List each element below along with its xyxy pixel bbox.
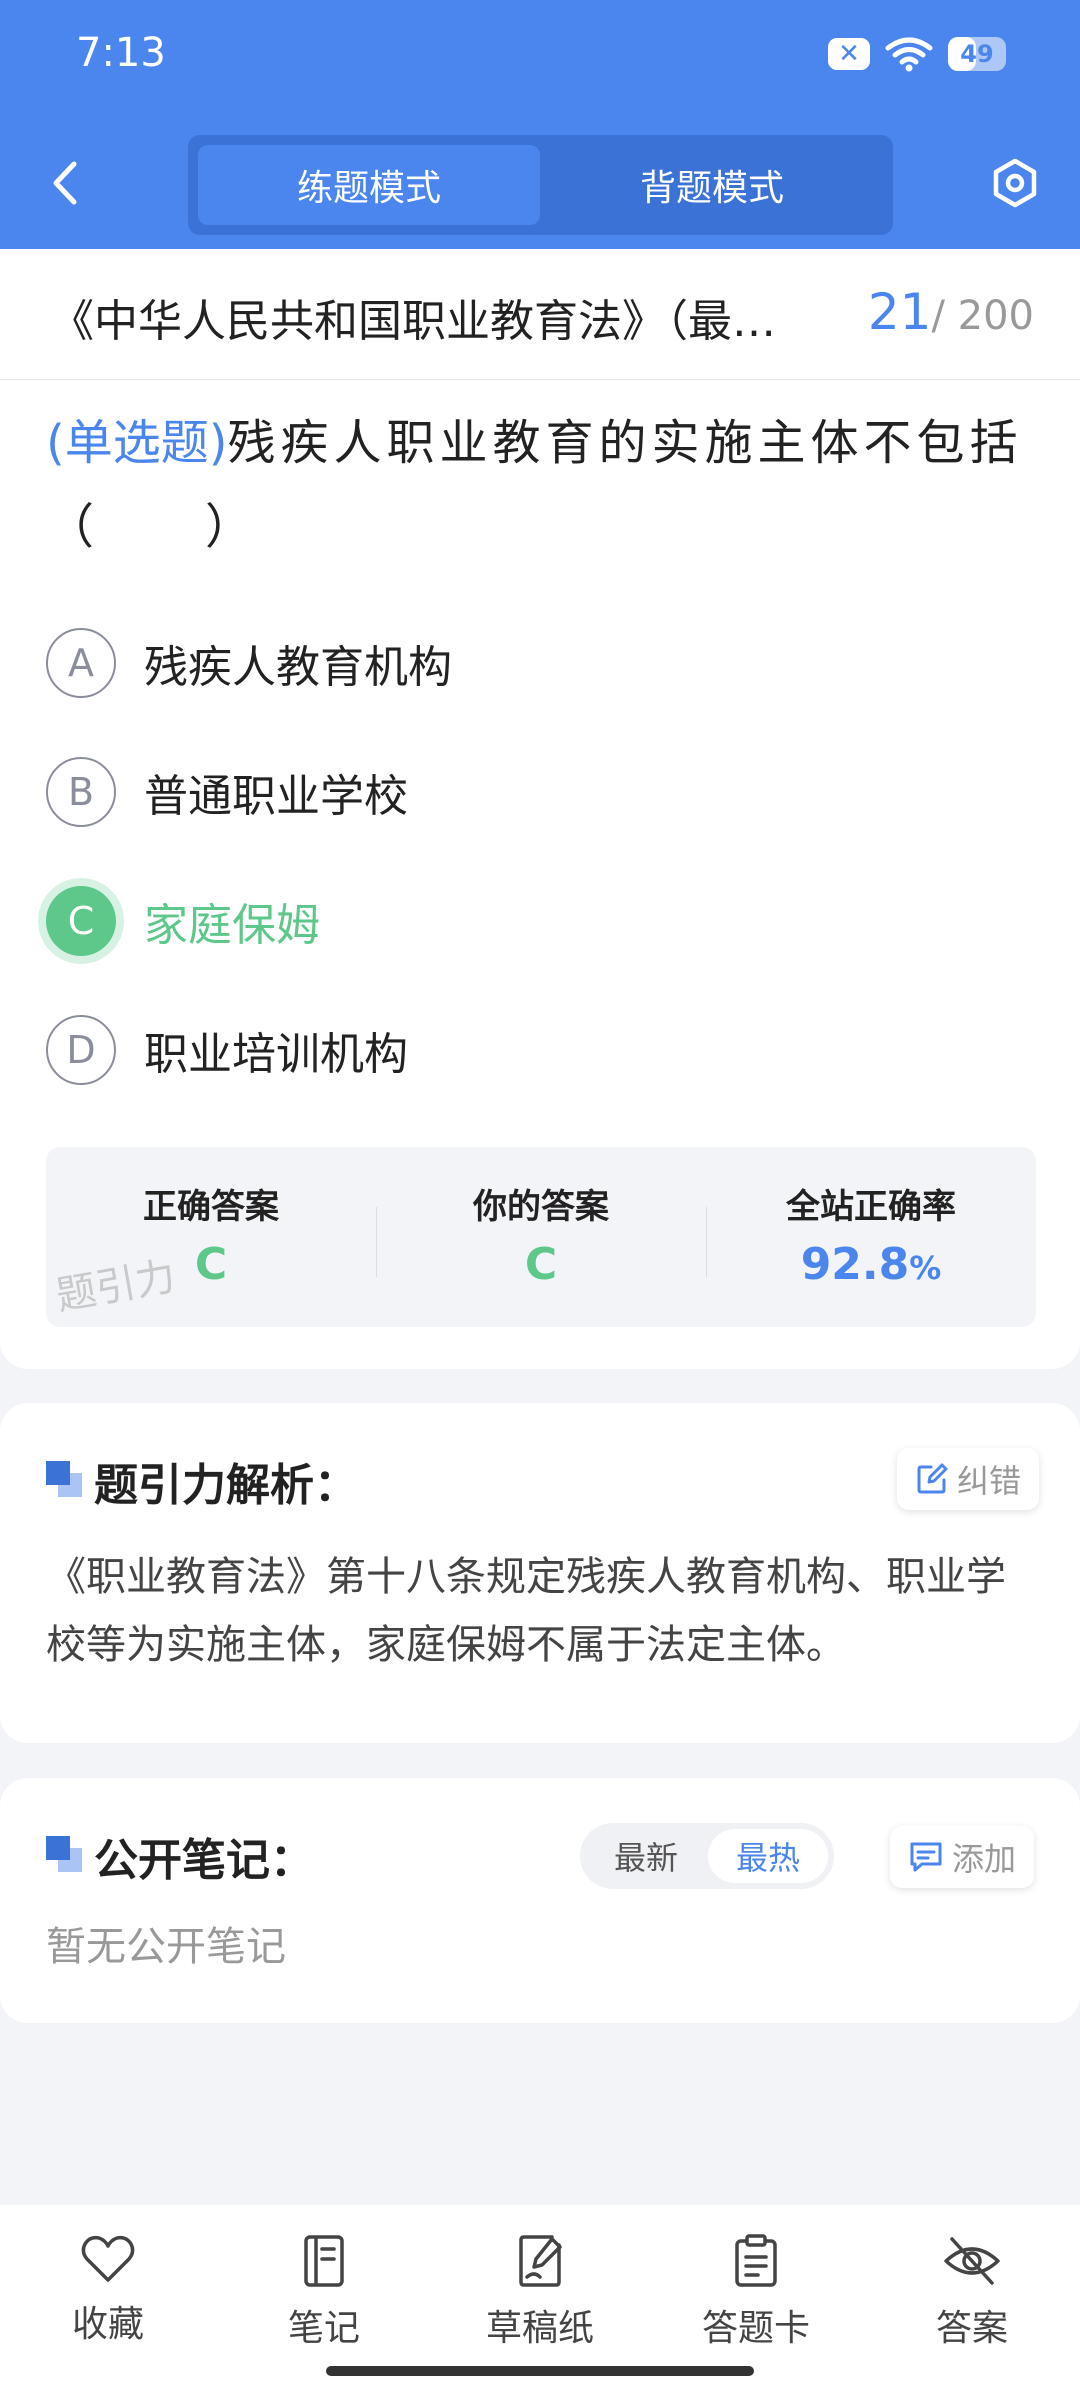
accuracy-number: 92.8 bbox=[800, 1239, 910, 1290]
option-letter: B bbox=[46, 757, 116, 827]
question-stem: (单选题)残疾人职业教育的实施主体不包括 （ ） bbox=[46, 401, 1036, 569]
section-icon bbox=[46, 1836, 82, 1872]
tab-memorize-mode[interactable]: 背题模式 bbox=[541, 145, 883, 225]
answer-sheet-icon bbox=[735, 2234, 777, 2287]
draft-icon bbox=[519, 2235, 562, 2287]
eye-off-icon bbox=[944, 2237, 1000, 2285]
settings-icon[interactable] bbox=[990, 158, 1040, 208]
answer-stats: 正确答案 C 你的答案 C 全站正确率 92.8% bbox=[46, 1147, 1036, 1327]
report-error-button[interactable]: 纠错 bbox=[897, 1448, 1040, 1510]
favorite-button[interactable]: 收藏 bbox=[28, 2233, 188, 2347]
your-answer-label: 你的答案 bbox=[473, 1187, 609, 1227]
total-questions: / 200 bbox=[931, 293, 1034, 339]
mode-switch: 练题模式 背题模式 bbox=[188, 135, 893, 235]
notes-empty-text: 暂无公开笔记 bbox=[46, 1924, 286, 1970]
sort-hot-button[interactable]: 最热 bbox=[708, 1829, 828, 1883]
draft-paper-button[interactable]: 草稿纸 bbox=[460, 2233, 620, 2351]
option-a[interactable]: A 残疾人教育机构 bbox=[46, 626, 452, 700]
status-icons: ✕ 49 bbox=[828, 36, 1006, 72]
question-title-row: 《中华人民共和国职业教育法》（最… 21/ 200 bbox=[0, 249, 1080, 380]
accuracy-stat: 全站正确率 92.8% bbox=[706, 1147, 1036, 1327]
status-time: 7:13 bbox=[76, 30, 166, 76]
heart-icon bbox=[81, 2235, 135, 2282]
current-question-number: 21 bbox=[867, 283, 932, 341]
question-card: 《中华人民共和国职业教育法》（最… 21/ 200 (单选题)残疾人职业教育的实… bbox=[0, 249, 1080, 1369]
accuracy-value: 92.8% bbox=[706, 1239, 1036, 1290]
nav-label: 答案 bbox=[935, 2308, 1008, 2349]
no-sim-icon: ✕ bbox=[828, 38, 870, 70]
sort-latest-button[interactable]: 最新 bbox=[586, 1829, 706, 1883]
tab-practice-mode[interactable]: 练题模式 bbox=[198, 145, 540, 225]
add-note-label: 添加 bbox=[952, 1840, 1017, 1878]
battery-icon: 49 bbox=[948, 37, 1006, 71]
question-text: 残疾人职业教育的实施主体不包括 bbox=[227, 415, 1023, 471]
your-answer-stat: 你的答案 C bbox=[376, 1147, 706, 1327]
battery-level: 49 bbox=[960, 40, 994, 68]
option-text: 职业培训机构 bbox=[144, 1029, 408, 1080]
option-text: 普通职业学校 bbox=[144, 771, 408, 822]
add-note-button[interactable]: 添加 bbox=[890, 1826, 1035, 1888]
option-letter: C bbox=[46, 886, 116, 956]
option-b[interactable]: B 普通职业学校 bbox=[46, 755, 408, 829]
analysis-title: 题引力解析： bbox=[94, 1460, 358, 1511]
notes-title: 公开笔记： bbox=[94, 1835, 314, 1886]
notes-card: 公开笔记： 最新 最热 添加 暂无公开笔记 bbox=[0, 1778, 1080, 2023]
section-icon bbox=[46, 1461, 82, 1497]
question-progress[interactable]: 21/ 200 bbox=[868, 283, 1034, 341]
edit-icon bbox=[917, 1463, 948, 1494]
back-icon[interactable] bbox=[44, 158, 84, 208]
analysis-card: 题引力解析： 纠错 《职业教育法》第十八条规定残疾人教育机构、职业学校等为实施主… bbox=[0, 1403, 1080, 1743]
notebook-icon bbox=[304, 2235, 344, 2287]
option-text: 家庭保姆 bbox=[144, 900, 320, 951]
correct-answer-label: 正确答案 bbox=[143, 1187, 279, 1227]
question-blank: （ ） bbox=[46, 499, 259, 555]
exam-title: 《中华人民共和国职业教育法》（最… bbox=[50, 296, 776, 347]
report-error-label: 纠错 bbox=[957, 1462, 1022, 1500]
show-answer-button[interactable]: 答案 bbox=[892, 2233, 1052, 2351]
option-letter: D bbox=[46, 1015, 116, 1085]
answer-sheet-button[interactable]: 答题卡 bbox=[676, 2233, 836, 2351]
option-letter: A bbox=[46, 628, 116, 698]
option-d[interactable]: D 职业培训机构 bbox=[46, 1013, 408, 1087]
nav-label: 答题卡 bbox=[701, 2308, 810, 2349]
nav-label: 笔记 bbox=[287, 2308, 360, 2349]
option-c-selected[interactable]: C 家庭保姆 bbox=[46, 884, 320, 958]
accuracy-label: 全站正确率 bbox=[786, 1187, 956, 1227]
your-answer-value: C bbox=[524, 1239, 558, 1290]
nav-label: 草稿纸 bbox=[485, 2308, 594, 2349]
option-text: 残疾人教育机构 bbox=[144, 642, 452, 693]
app-header: 7:13 ✕ 49 练题模式 背题模式 bbox=[0, 0, 1080, 249]
home-indicator[interactable] bbox=[326, 2366, 754, 2376]
nav-label: 收藏 bbox=[71, 2304, 144, 2345]
question-type: (单选题) bbox=[46, 415, 228, 471]
accuracy-unit: % bbox=[909, 1249, 942, 1287]
analysis-text: 《职业教育法》第十八条规定残疾人教育机构、职业学校等为实施主体，家庭保姆不属于法… bbox=[46, 1554, 1006, 1668]
wifi-icon bbox=[885, 37, 933, 72]
comment-icon bbox=[910, 1842, 942, 1872]
notes-button[interactable]: 笔记 bbox=[244, 2233, 404, 2351]
notes-sort-toggle: 最新 最热 bbox=[580, 1823, 834, 1889]
